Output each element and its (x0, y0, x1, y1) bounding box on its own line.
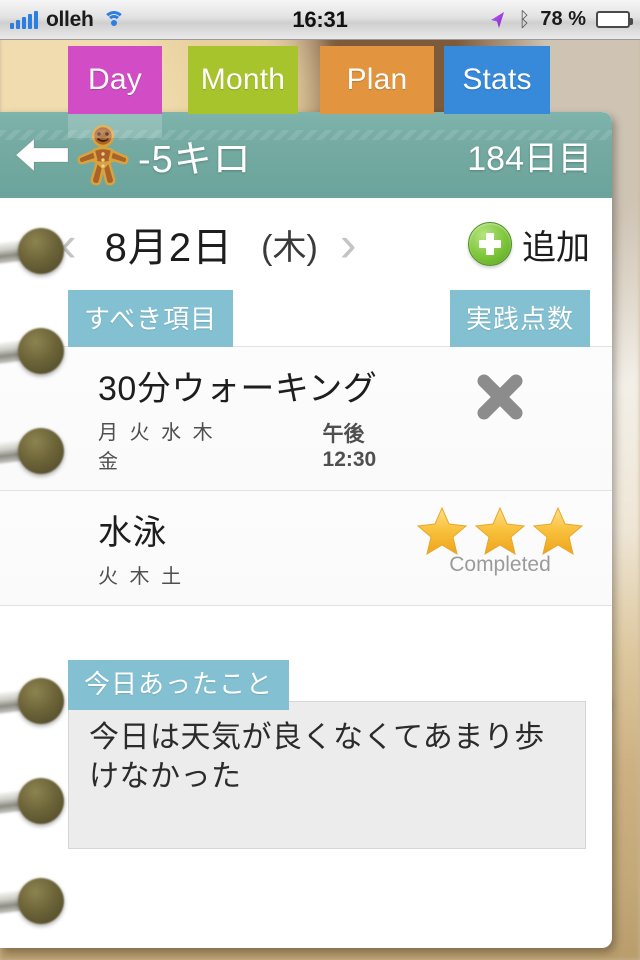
task-title: 30分ウォーキング (98, 370, 378, 408)
task-time-label: 午後 12:30 (322, 423, 377, 471)
binder-ring-icon (0, 328, 66, 374)
app-header-bar: -5キロ 184日目 (0, 112, 612, 198)
add-button-label: 追加 (522, 228, 590, 267)
add-button[interactable]: 追加 (468, 220, 590, 269)
task-days-label: 火 木 土 (98, 566, 185, 588)
binder-ring-icon (0, 678, 66, 724)
status-badge: Completed (449, 553, 551, 576)
status-bar-clock: 16:31 (292, 6, 348, 32)
star-icon[interactable] (532, 505, 584, 557)
tab-day[interactable]: Day (68, 46, 162, 114)
table-row[interactable]: 水泳 火 木 土 Completed (0, 491, 612, 606)
notes-section-label: 今日あったこと (68, 660, 290, 710)
notes-section: 今日あったこと 今日は天気が良くなくてあまり歩けなかった (0, 606, 612, 849)
table-row[interactable]: 30分ウォーキング 月 火 水 木 金 午後 12:30 (0, 347, 612, 491)
day-of-week-label: (木) (261, 228, 318, 267)
task-days-label: 月 火 水 木 金 (98, 422, 216, 473)
binder-ring-icon (0, 428, 66, 474)
section-header-row: すべき項目 実践点数 (0, 289, 612, 347)
status-bar: olleh 16:31 ᛒ 78 % (0, 0, 640, 40)
task-meta: 月 火 水 木 金 午後 12:30 (98, 416, 410, 474)
tab-bar: Day Month Plan Stats (0, 40, 640, 114)
binder-ring-icon (0, 228, 66, 274)
header-tab-highlight (68, 112, 162, 138)
date-navigation: ‹ 8月2日 (木) › 追加 (0, 198, 612, 290)
task-status[interactable]: Completed (410, 505, 590, 577)
notebook-page: -5キロ 184日目 ‹ 8月2日 (木) › 追加 すべき項目 実践点数 30… (0, 112, 612, 948)
binder-ring-icon (0, 878, 66, 924)
task-info: 水泳 火 木 土 (98, 505, 410, 589)
tab-plan[interactable]: Plan (320, 46, 434, 114)
todo-section-label: すべき項目 (68, 289, 234, 347)
notes-text-area[interactable]: 今日は天気が良くなくてあまり歩けなかった (68, 701, 586, 849)
star-icon[interactable] (416, 505, 468, 557)
x-mark-icon[interactable] (472, 369, 528, 425)
score-section-label: 実践点数 (449, 289, 590, 347)
battery-icon (596, 11, 633, 28)
task-title: 水泳 (98, 514, 167, 552)
tab-month[interactable]: Month (188, 46, 298, 114)
plus-circle-icon (468, 222, 512, 266)
current-date-label: 8月2日 (104, 226, 234, 270)
task-info: 30分ウォーキング 月 火 水 木 金 午後 12:30 (98, 361, 410, 474)
tab-stats[interactable]: Stats (444, 46, 550, 114)
chevron-right-icon[interactable]: › (340, 219, 357, 269)
task-meta: 火 木 土 (98, 560, 410, 589)
star-rating[interactable] (416, 505, 584, 557)
star-icon[interactable] (474, 505, 526, 557)
binder-ring-icon (0, 778, 66, 824)
task-status[interactable] (410, 361, 590, 425)
task-list: 30分ウォーキング 月 火 水 木 金 午後 12:30 水泳 火 木 土 Co… (0, 346, 612, 606)
